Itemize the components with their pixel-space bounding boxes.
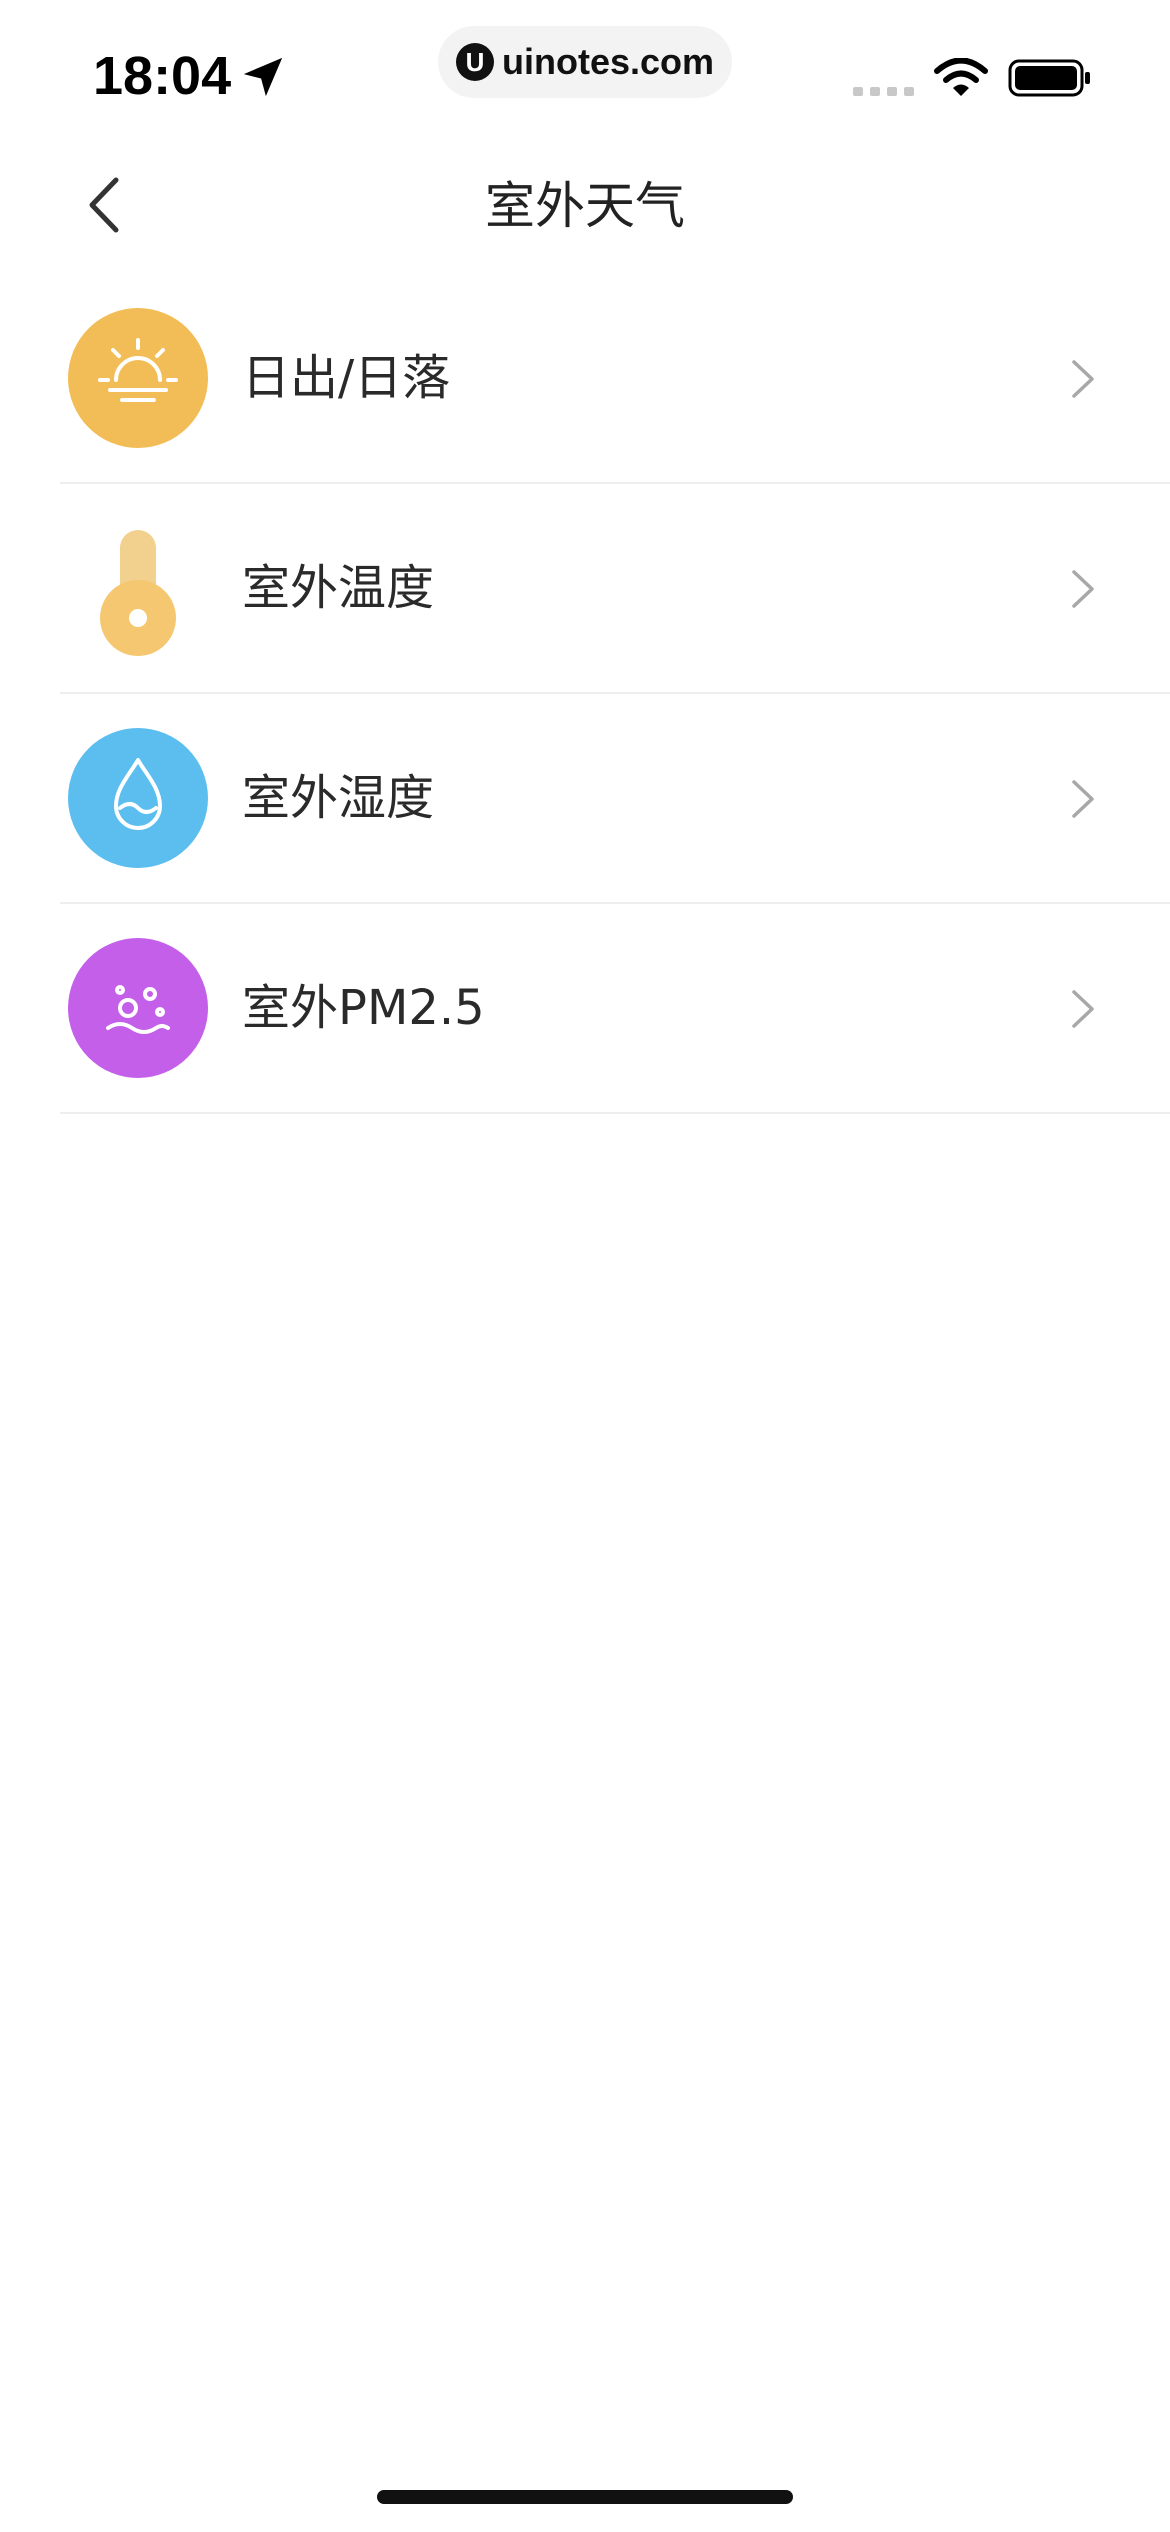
wifi-icon — [934, 58, 988, 96]
page-title: 室外天气 — [485, 177, 685, 235]
list-item-sunrise-sunset[interactable]: 日出/日落 — [0, 274, 1170, 484]
status-time: 18:04 — [93, 46, 232, 106]
water-drop-icon — [68, 728, 208, 868]
location-arrow-icon — [243, 57, 283, 97]
site-logo-letter: U — [465, 47, 485, 77]
url-pill[interactable]: U uinotes.com — [438, 26, 732, 98]
list-item-label: 日出/日落 — [242, 350, 451, 406]
weather-list: 日出/日落 室外温度 室外湿度 室外PM2.5 — [0, 274, 1170, 1114]
status-bar: 18:04 U uinotes.com — [0, 0, 1170, 150]
list-item-label: 室外湿度 — [242, 770, 435, 826]
thermometer-icon — [100, 530, 176, 656]
pm25-icon — [68, 938, 208, 1078]
list-item-label: 室外PM2.5 — [242, 980, 485, 1036]
cellular-signal-icon — [853, 87, 914, 96]
chevron-right-icon — [1072, 780, 1094, 818]
divider — [60, 1112, 1170, 1114]
home-indicator[interactable] — [377, 2490, 793, 2504]
site-logo-icon: U — [456, 43, 494, 81]
list-item-outdoor-temperature[interactable]: 室外温度 — [0, 484, 1170, 694]
nav-bar: 室外天气 — [0, 150, 1170, 260]
list-item-outdoor-pm25[interactable]: 室外PM2.5 — [0, 904, 1170, 1114]
battery-icon — [1008, 59, 1090, 97]
sunrise-icon — [68, 308, 208, 448]
list-item-outdoor-humidity[interactable]: 室外湿度 — [0, 694, 1170, 904]
url-text: uinotes.com — [502, 41, 715, 82]
chevron-right-icon — [1072, 570, 1094, 608]
list-item-label: 室外温度 — [242, 560, 435, 616]
chevron-right-icon — [1072, 360, 1094, 398]
chevron-right-icon — [1072, 990, 1094, 1028]
